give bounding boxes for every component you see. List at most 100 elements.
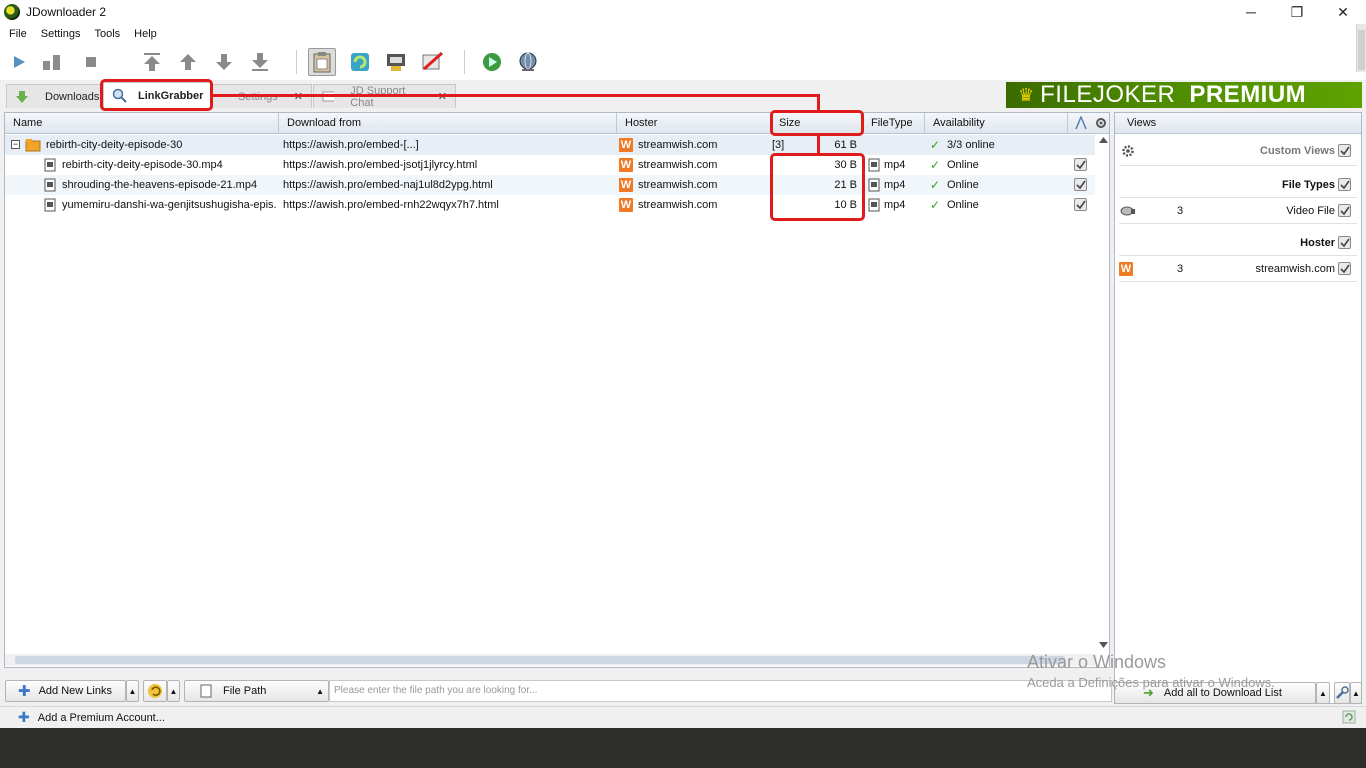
tools-dropdown-button[interactable]: ▲ — [1350, 682, 1362, 704]
row-hoster: streamwish.com — [638, 159, 718, 171]
row-name: rebirth-city-deity-episode-30.mp4 — [62, 159, 223, 171]
premium-toggle-button[interactable] — [382, 48, 410, 76]
add-premium-account-link[interactable]: Add a Premium Account... — [38, 712, 165, 724]
update-button[interactable] — [478, 48, 506, 76]
update-icon — [483, 53, 501, 71]
hoster-heading-checkbox[interactable] — [1338, 236, 1351, 249]
column-name[interactable]: Name — [5, 113, 279, 134]
online-check-icon: ✓ — [930, 178, 941, 192]
video-file-checkbox[interactable] — [1338, 204, 1351, 217]
video-file-count: 3 — [1177, 205, 1184, 217]
scroll-up-icon[interactable] — [1099, 137, 1108, 143]
custom-views-row[interactable]: Custom Views — [1115, 139, 1361, 163]
divider — [1119, 255, 1357, 256]
gear-icon[interactable] — [1121, 144, 1135, 158]
annotation-linkgrabber-highlight — [100, 79, 213, 111]
filejoker-premium-banner[interactable]: ♛ FILEJOKER PREMIUM — [1006, 81, 1362, 108]
add-all-to-download-list-button[interactable]: ➜ Add all to Download List — [1114, 682, 1316, 704]
row-enabled-checkbox[interactable] — [1074, 178, 1087, 191]
table-horizontal-scrollbar[interactable] — [5, 654, 1097, 666]
annotation-connector-line — [817, 94, 820, 111]
column-download-from[interactable]: Download from — [279, 113, 617, 134]
collapse-icon[interactable]: − — [11, 140, 20, 149]
minimize-button[interactable]: ─ — [1228, 0, 1274, 24]
chevron-up-icon: ▲ — [316, 686, 324, 696]
arrow-down-icon — [216, 54, 232, 70]
column-filetype[interactable]: FileType — [863, 113, 925, 134]
add-all-label: Add all to Download List — [1163, 687, 1282, 699]
file-types-heading: File Types — [1282, 179, 1335, 191]
start-downloads-button[interactable] — [5, 48, 33, 76]
row-hoster: streamwish.com — [638, 199, 718, 211]
row-download-from: https://awish.pro/embed-jsotj1jlyrcy.htm… — [283, 159, 478, 171]
file-types-checkbox[interactable] — [1338, 178, 1351, 191]
scroll-thumb[interactable] — [15, 656, 1065, 664]
window-scrollbar[interactable] — [1356, 24, 1366, 72]
views-header: Views — [1115, 113, 1361, 134]
arrow-up-icon — [180, 54, 196, 70]
menu-file[interactable]: File — [2, 28, 34, 40]
add-new-links-label: Add New Links — [38, 685, 112, 697]
pause-downloads-button[interactable] — [38, 48, 66, 76]
silent-mode-icon — [422, 51, 443, 71]
add-all-bar: ➜ Add all to Download List ▲ ▲ — [1114, 680, 1362, 704]
menu-help[interactable]: Help — [127, 28, 164, 40]
column-hoster[interactable]: Hoster — [617, 113, 771, 134]
search-type-label: File Path — [223, 685, 267, 697]
connection-status-icon[interactable] — [1342, 710, 1356, 724]
menu-tools[interactable]: Tools — [87, 28, 127, 40]
stop-downloads-button[interactable] — [77, 48, 105, 76]
reconnect-globe-button[interactable] — [514, 48, 542, 76]
table-vertical-scrollbar[interactable] — [1098, 135, 1109, 655]
undo-dropdown-button[interactable]: ▲ — [167, 680, 180, 702]
row-enabled-checkbox[interactable] — [1074, 198, 1087, 211]
move-up-button[interactable] — [174, 48, 202, 76]
divider — [1119, 165, 1357, 166]
maximize-button[interactable]: ❐ — [1274, 0, 1320, 24]
menu-settings[interactable]: Settings — [34, 28, 88, 40]
search-input[interactable]: Please enter the file path you are looki… — [329, 680, 1112, 702]
package-count: [3] — [772, 139, 785, 151]
hoster-checkbox[interactable] — [1338, 262, 1351, 275]
stop-icon — [86, 57, 96, 67]
silent-mode-button[interactable] — [418, 48, 446, 76]
table-row[interactable]: rebirth-city-deity-episode-30.mp4 https:… — [5, 155, 1095, 175]
move-bottom-button[interactable] — [246, 48, 274, 76]
toolbar — [0, 44, 1366, 80]
move-top-button[interactable] — [138, 48, 166, 76]
auto-reconnect-button[interactable] — [346, 48, 374, 76]
row-enabled-checkbox[interactable] — [1074, 158, 1087, 171]
filter-hoster-row[interactable]: W 3 streamwish.com — [1115, 257, 1361, 281]
add-all-dropdown-button[interactable]: ▲ — [1316, 682, 1330, 704]
table-row[interactable]: shrouding-the-heavens-episode-21.mp4 htt… — [5, 175, 1095, 195]
streamwish-hoster-icon: W — [619, 158, 633, 172]
custom-views-checkbox[interactable] — [1338, 144, 1351, 157]
add-links-dropdown-button[interactable]: ▲ — [126, 680, 139, 702]
search-type-select[interactable]: File Path ▲ — [184, 680, 329, 702]
banner-brand: FILEJOKER — [1040, 81, 1176, 108]
undo-button[interactable] — [143, 680, 167, 702]
streamwish-hoster-icon: W — [619, 198, 633, 212]
annotation-size-values-highlight — [770, 153, 865, 221]
linkgrabber-table[interactable]: Name Download from Hoster Size FileType … — [4, 112, 1110, 668]
column-sort-icon[interactable] — [1073, 115, 1089, 131]
package-row[interactable]: − rebirth-city-deity-episode-30 https://… — [5, 135, 1095, 155]
tab-downloads[interactable]: Downloads — [6, 84, 109, 108]
annotation-size-column-highlight — [770, 110, 864, 136]
pause-icon — [43, 55, 60, 70]
file-types-heading-row[interactable]: File Types — [1115, 173, 1361, 197]
column-settings-gear-icon[interactable] — [1093, 115, 1109, 131]
scroll-down-icon[interactable] — [1099, 642, 1108, 648]
table-row[interactable]: yumemiru-danshi-wa-genjitsushugisha-epis… — [5, 195, 1095, 215]
filter-video-file-row[interactable]: 3 Video File — [1115, 199, 1361, 223]
column-availability[interactable]: Availability — [925, 113, 1068, 134]
online-check-icon: ✓ — [930, 158, 941, 172]
video-file-icon — [868, 198, 880, 212]
tools-button[interactable] — [1334, 682, 1350, 704]
package-hoster: streamwish.com — [638, 139, 718, 151]
move-down-button[interactable] — [210, 48, 238, 76]
hoster-heading-row[interactable]: Hoster — [1115, 231, 1361, 255]
clipboard-observer-button[interactable] — [308, 48, 336, 76]
close-button[interactable]: ✕ — [1320, 0, 1366, 24]
add-new-links-button[interactable]: ✚ Add New Links — [5, 680, 126, 702]
